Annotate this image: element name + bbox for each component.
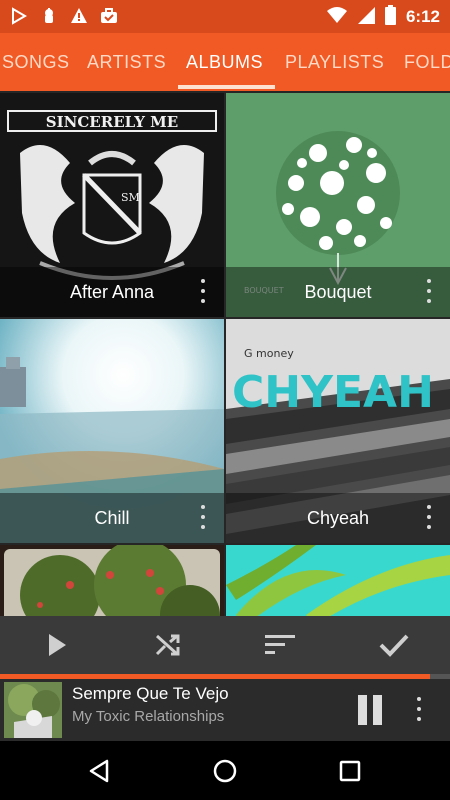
status-bar: 6:12 <box>0 0 450 33</box>
album-art <box>0 545 224 616</box>
wifi-icon <box>326 6 347 28</box>
album-art-text: CHYEAH <box>232 367 434 418</box>
now-playing-title: Sempre Que Te Vejo <box>72 684 229 703</box>
album-name: After Anna <box>69 282 155 302</box>
more-vert-icon[interactable] <box>200 505 206 529</box>
pause-icon[interactable] <box>355 695 385 725</box>
android-debug-icon <box>40 7 58 25</box>
recents-icon[interactable] <box>335 756 365 786</box>
home-icon[interactable] <box>210 756 240 786</box>
album-art-text: SINCERELY ME <box>46 113 178 131</box>
album-tile[interactable]: BOUQUET Bouquet <box>226 93 450 317</box>
album-grid[interactable]: SINCERELY ME SM After Anna BOUQUET Bouqu… <box>0 91 450 616</box>
battery-icon <box>384 5 396 29</box>
album-tile[interactable]: Chill <box>0 319 224 543</box>
album-name: Chyeah <box>306 508 370 528</box>
action-bar <box>0 616 450 674</box>
warning-icon <box>70 7 88 25</box>
more-vert-icon[interactable] <box>200 279 206 303</box>
tab-bar: SONGS ARTISTS ALBUMS PLAYLISTS FOLD <box>0 33 450 91</box>
play-icon[interactable] <box>36 625 76 665</box>
album-tile[interactable]: SINCERELY ME SM After Anna <box>0 93 224 317</box>
check-icon[interactable] <box>374 625 414 665</box>
album-art <box>226 545 450 616</box>
more-vert-icon[interactable] <box>416 697 422 723</box>
now-playing-bar[interactable]: Sempre Que Te Vejo My Toxic Relationship… <box>0 679 450 741</box>
tab-indicator <box>178 85 275 89</box>
more-vert-icon[interactable] <box>426 279 432 303</box>
shuffle-icon[interactable] <box>148 625 188 665</box>
navigation-bar <box>0 741 450 800</box>
tab-songs[interactable]: SONGS <box>2 33 70 91</box>
tab-artists[interactable]: ARTISTS <box>87 33 166 91</box>
briefcase-icon <box>100 7 118 25</box>
play-store-icon <box>10 7 28 25</box>
sort-icon[interactable] <box>260 625 300 665</box>
album-name: Bouquet <box>304 282 372 302</box>
album-name: Chill <box>94 508 130 528</box>
clock: 6:12 <box>405 7 440 26</box>
album-tile[interactable]: G money CHYEAH Chyeah <box>226 319 450 543</box>
more-vert-icon[interactable] <box>426 505 432 529</box>
now-playing-artist: My Toxic Relationships <box>72 708 225 725</box>
back-icon[interactable] <box>85 756 115 786</box>
album-art-text: SM <box>121 191 140 204</box>
tab-albums[interactable]: ALBUMS <box>186 33 263 91</box>
album-tile[interactable] <box>0 545 224 616</box>
album-art-text: G money <box>244 347 294 360</box>
album-tile[interactable] <box>226 545 450 616</box>
tab-folders[interactable]: FOLD <box>404 33 450 91</box>
tab-playlists[interactable]: PLAYLISTS <box>285 33 384 91</box>
signal-icon <box>357 6 375 28</box>
now-playing-artwork <box>4 682 62 738</box>
